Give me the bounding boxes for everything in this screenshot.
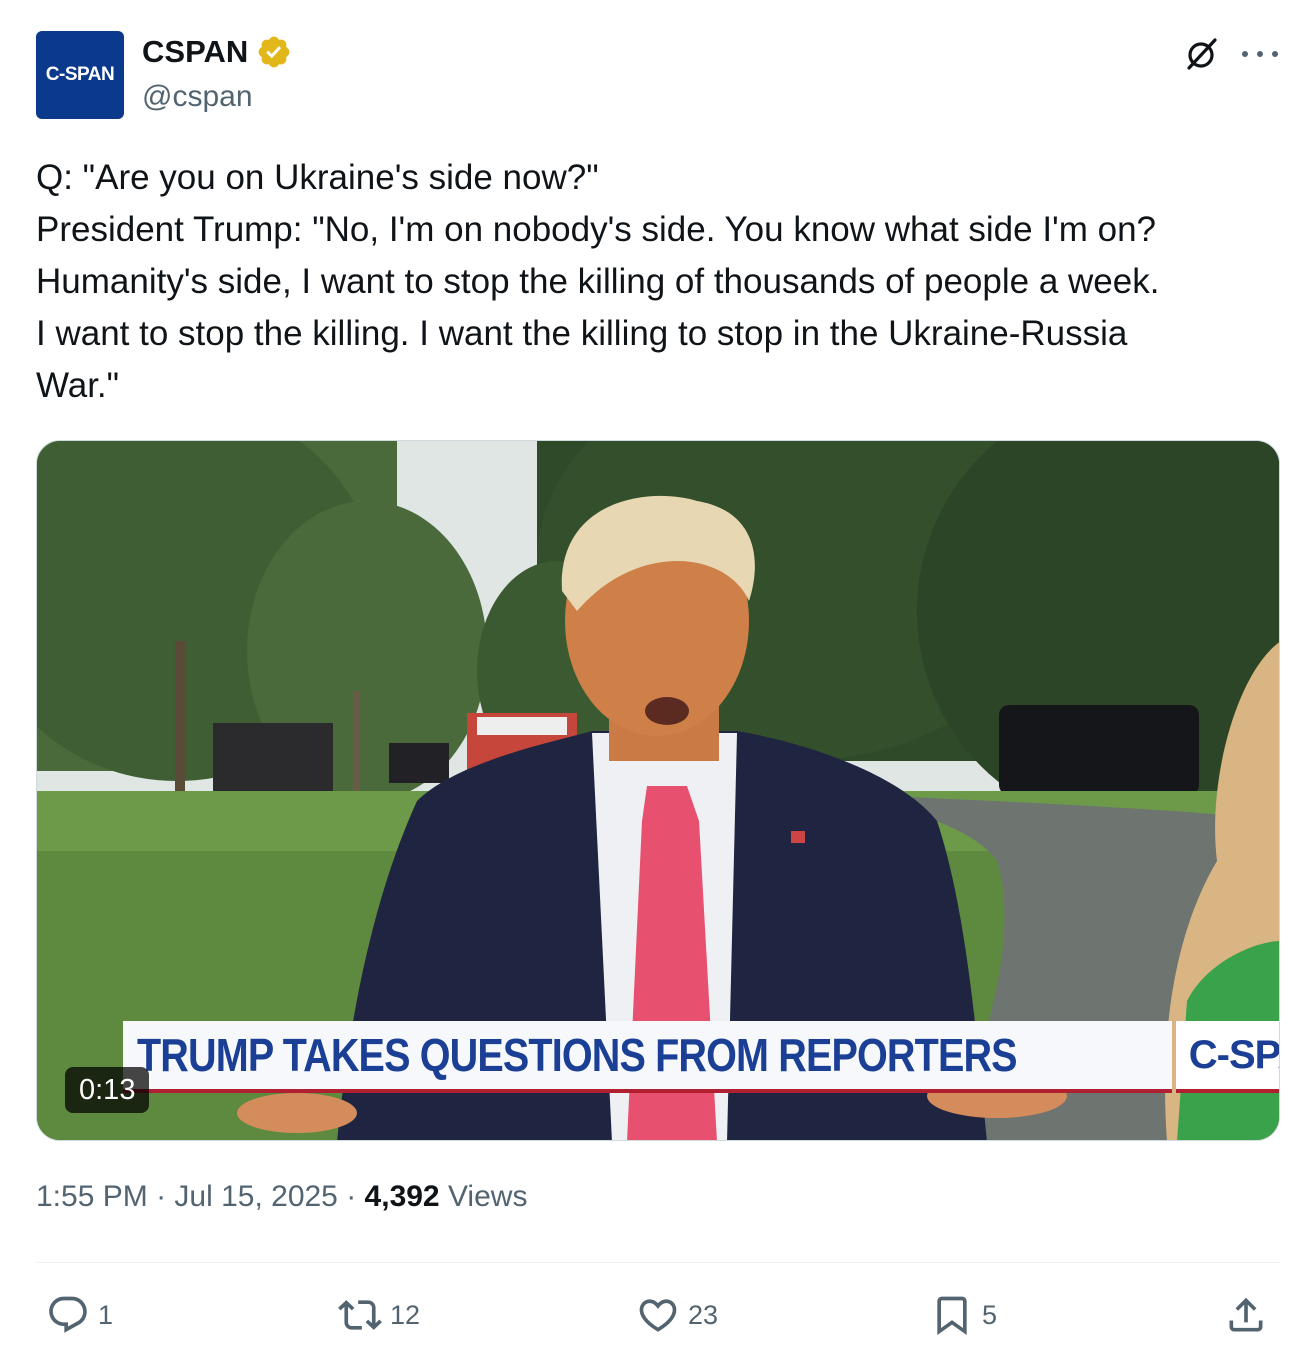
like-count: 23 (688, 1299, 719, 1330)
video-duration: 0:13 (65, 1067, 150, 1113)
more-dot (1242, 51, 1248, 57)
author-name-row: CSPAN (142, 34, 292, 70)
meta-separator: · (147, 1180, 175, 1213)
divider (36, 1262, 1280, 1263)
repost-icon (338, 1300, 382, 1330)
avatar[interactable]: C-SPAN (36, 31, 124, 119)
reply-count: 1 (98, 1299, 114, 1330)
tweet-line: I want to stop the killing. I want the k… (36, 314, 1128, 353)
lower-third-banner: TRUMP TAKES QUESTIONS FROM REPORTERS C-S… (123, 1021, 1279, 1093)
more-icon[interactable] (1242, 40, 1278, 68)
share-icon (1229, 1297, 1263, 1332)
handle[interactable]: @cspan (142, 80, 253, 114)
bookmark-button[interactable]: 5 (930, 1290, 997, 1340)
tweet-line: Q: "Are you on Ukraine's side now?" (36, 158, 599, 197)
views-count[interactable]: 4,392 (365, 1180, 440, 1213)
like-icon (639, 1299, 677, 1332)
tweet-meta: 1:55 PM · Jul 15, 2025 · 4,392 Views (36, 1180, 527, 1214)
tweet-line: President Trump: "No, I'm on nobody's si… (36, 210, 1157, 249)
bookmark-icon (937, 1296, 967, 1336)
meta-separator: · (337, 1180, 365, 1213)
views-label: Views (439, 1180, 528, 1213)
grok-icon[interactable] (1182, 34, 1222, 74)
action-bar: 1 12 23 5 (36, 1290, 1280, 1340)
bookmark-count: 5 (982, 1299, 998, 1330)
tweet-line: Humanity's side, I want to stop the kill… (36, 262, 1160, 301)
more-dot (1272, 51, 1278, 57)
tweet-text: Q: "Are you on Ukraine's side now?" Pres… (36, 152, 1286, 412)
display-name[interactable]: CSPAN (142, 34, 248, 70)
lower-third-headline-box: TRUMP TAKES QUESTIONS FROM REPORTERS (123, 1021, 1172, 1093)
reply-icon (49, 1296, 87, 1333)
avatar-logo-text: C-SPAN (45, 64, 115, 85)
share-button[interactable] (1224, 1290, 1268, 1340)
tweet-line: War." (36, 366, 120, 405)
lower-third-headline: TRUMP TAKES QUESTIONS FROM REPORTERS (137, 1029, 1018, 1081)
tweet-time[interactable]: 1:55 PM (36, 1180, 148, 1213)
reply-button[interactable]: 1 (46, 1290, 113, 1340)
verified-badge-icon[interactable] (256, 34, 292, 70)
lower-third-brand: C-SPAN (1188, 1032, 1279, 1077)
more-dot (1257, 51, 1263, 57)
lower-third-brand-box: C-SPAN (1175, 1021, 1279, 1093)
video-player[interactable]: TRUMP TAKES QUESTIONS FROM REPORTERS C-S… (36, 440, 1280, 1141)
tweet-date[interactable]: Jul 15, 2025 (174, 1180, 337, 1213)
repost-count: 12 (390, 1299, 421, 1330)
repost-button[interactable]: 12 (338, 1290, 420, 1340)
like-button[interactable]: 23 (636, 1290, 718, 1340)
